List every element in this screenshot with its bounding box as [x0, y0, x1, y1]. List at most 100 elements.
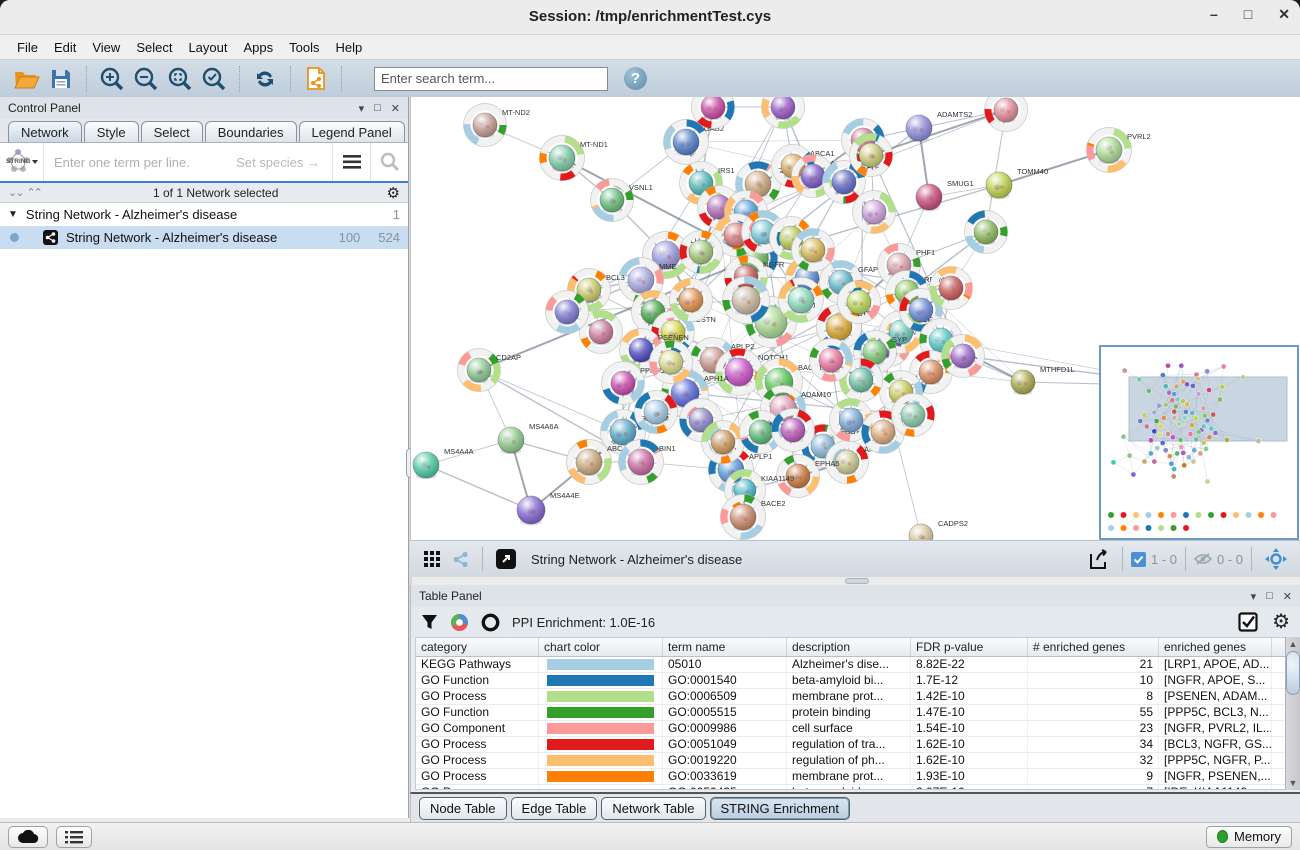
network-node[interactable]: [650, 341, 693, 384]
menu-item-help[interactable]: Help: [329, 38, 370, 57]
column-header-0[interactable]: category: [416, 638, 539, 656]
network-node[interactable]: [985, 97, 1028, 132]
help-icon[interactable]: ?: [624, 67, 647, 90]
table-row[interactable]: GO FunctionGO:0005515protein binding1.47…: [416, 705, 1285, 721]
tab-edge-table[interactable]: Edge Table: [511, 797, 598, 820]
zoom-out-icon[interactable]: [132, 65, 160, 93]
tab-string-enrichment[interactable]: STRING Enrichment: [710, 797, 850, 820]
tab-node-table[interactable]: Node Table: [419, 797, 507, 820]
network-node[interactable]: [942, 335, 985, 378]
select-all-checkbox-icon[interactable]: [1238, 612, 1258, 632]
pie-chart-icon[interactable]: [450, 613, 469, 632]
column-header-5[interactable]: # enriched genes: [1028, 638, 1159, 656]
network-node-mthfd1l[interactable]: MTHFD1L: [1011, 365, 1075, 395]
panel-close-icon[interactable]: ✕: [391, 102, 400, 115]
network-node[interactable]: [680, 231, 723, 274]
network-node[interactable]: [546, 291, 589, 334]
network-node-cd2ap[interactable]: CD2AP: [458, 349, 522, 392]
network-node-bace2[interactable]: BACE2: [721, 495, 786, 540]
minimize-button[interactable]: –: [1210, 6, 1218, 23]
panel-menu-icon[interactable]: ▾: [359, 102, 365, 115]
network-node-tomm40[interactable]: TOMM40: [986, 167, 1048, 199]
tab-legend-panel[interactable]: Legend Panel: [299, 121, 405, 142]
string-query-input[interactable]: Enter one term per line.: [44, 155, 236, 170]
string-search-icon[interactable]: [370, 143, 408, 181]
zoom-fit-icon[interactable]: [166, 65, 194, 93]
menu-item-select[interactable]: Select: [129, 38, 179, 57]
open-file-icon[interactable]: [13, 65, 41, 93]
column-header-1[interactable]: chart color: [539, 638, 663, 656]
network-node[interactable]: [892, 394, 935, 437]
menu-item-view[interactable]: View: [85, 38, 127, 57]
table-row[interactable]: GO ProcessGO:0006509membrane prot...1.42…: [416, 689, 1285, 705]
table-panel-grip[interactable]: [845, 578, 869, 584]
string-options-icon[interactable]: [332, 143, 370, 181]
birds-eye-navigator[interactable]: [1099, 345, 1299, 540]
scroll-down-icon[interactable]: ▼: [1287, 777, 1299, 789]
export-network-icon[interactable]: [1085, 546, 1111, 572]
column-header-3[interactable]: description: [787, 638, 911, 656]
tab-style[interactable]: Style: [84, 121, 139, 142]
menu-item-layout[interactable]: Layout: [181, 38, 234, 57]
string-logo-icon[interactable]: STRING: [0, 143, 44, 181]
column-header-6[interactable]: enriched genes: [1159, 638, 1272, 656]
menu-item-apps[interactable]: Apps: [237, 38, 281, 57]
network-node-pvrl2[interactable]: PVRL2: [1087, 128, 1151, 173]
network-node-ms4a6a[interactable]: MS4A6A: [498, 422, 559, 454]
zoom-selected-icon[interactable]: [200, 65, 228, 93]
table-row[interactable]: GO ComponentGO:0009986cell surface1.54E-…: [416, 721, 1285, 737]
share-network-icon[interactable]: [449, 548, 471, 570]
table-row[interactable]: GO ProcessGO:0051049regulation of tra...…: [416, 737, 1285, 753]
table-row[interactable]: GO ProcessGO:0019220regulation of ph...1…: [416, 753, 1285, 769]
network-node-ms4a4a[interactable]: MS4A4A: [413, 447, 474, 479]
column-header-2[interactable]: term name: [663, 638, 787, 656]
save-session-icon[interactable]: [47, 65, 75, 93]
collapse-all-icon[interactable]: ⌄⌄: [8, 186, 22, 199]
network-node[interactable]: [702, 421, 745, 464]
table-panel-float-icon[interactable]: □: [1266, 590, 1273, 602]
column-header-4[interactable]: FDR p-value: [911, 638, 1028, 656]
table-row[interactable]: GO ProcessGO:0050435beta-amyloid m...2.0…: [416, 785, 1285, 790]
network-node[interactable]: [772, 409, 815, 452]
set-species-hint[interactable]: Set species →: [236, 155, 332, 170]
menu-item-tools[interactable]: Tools: [282, 38, 326, 57]
network-node[interactable]: [670, 279, 713, 322]
expand-all-icon[interactable]: ⌃⌃: [26, 186, 40, 199]
table-row[interactable]: GO FunctionGO:0001540beta-amyloid bi...1…: [416, 673, 1285, 689]
table-row[interactable]: KEGG Pathways05010Alzheimer's dise...8.8…: [416, 657, 1285, 673]
network-node[interactable]: [850, 134, 893, 177]
network-node[interactable]: [635, 391, 678, 434]
network-node[interactable]: [792, 229, 835, 272]
enrichment-settings-gear-icon[interactable]: ⚙: [1272, 613, 1290, 631]
network-node[interactable]: [853, 191, 896, 234]
table-panel-close-icon[interactable]: ✕: [1283, 590, 1292, 603]
network-canvas[interactable]: MT-ND2MT-ND1VSNL1GAB2IRS1CHATABCA1ACHEBC…: [410, 97, 1300, 540]
tab-network[interactable]: Network: [8, 121, 82, 142]
ring-chart-icon[interactable]: [481, 613, 500, 632]
network-node[interactable]: [838, 281, 881, 324]
network-node-mt-nd1[interactable]: MT-ND1: [540, 136, 608, 181]
table-panel-menu-icon[interactable]: ▾: [1251, 590, 1257, 603]
task-list-button[interactable]: [56, 826, 92, 848]
network-node[interactable]: [810, 339, 853, 382]
scrollbar-thumb[interactable]: [1286, 651, 1300, 695]
tab-boundaries[interactable]: Boundaries: [205, 121, 297, 142]
network-node[interactable]: [930, 267, 973, 310]
menu-item-file[interactable]: File: [10, 38, 45, 57]
tab-network-table[interactable]: Network Table: [601, 797, 705, 820]
network-node[interactable]: [965, 211, 1008, 254]
close-button[interactable]: ✕: [1278, 6, 1290, 23]
table-row[interactable]: GO ProcessGO:0033619membrane prot...1.93…: [416, 769, 1285, 785]
memory-button[interactable]: Memory: [1206, 826, 1292, 848]
network-node-adamts2[interactable]: ADAMTS2: [906, 110, 972, 142]
network-row[interactable]: String Network - Alzheimer's disease 100…: [0, 226, 408, 249]
search-input[interactable]: [374, 67, 608, 91]
network-node[interactable]: [762, 97, 805, 129]
zoom-in-icon[interactable]: [98, 65, 126, 93]
network-import-icon[interactable]: [302, 65, 330, 93]
collection-row[interactable]: ▼ String Network - Alzheimer's disease 1: [0, 203, 408, 226]
open-in-view-icon[interactable]: [494, 547, 518, 571]
refresh-icon[interactable]: [251, 65, 279, 93]
collection-expand-icon[interactable]: ▼: [8, 209, 18, 220]
table-scrollbar[interactable]: ▲ ▼: [1285, 637, 1300, 790]
